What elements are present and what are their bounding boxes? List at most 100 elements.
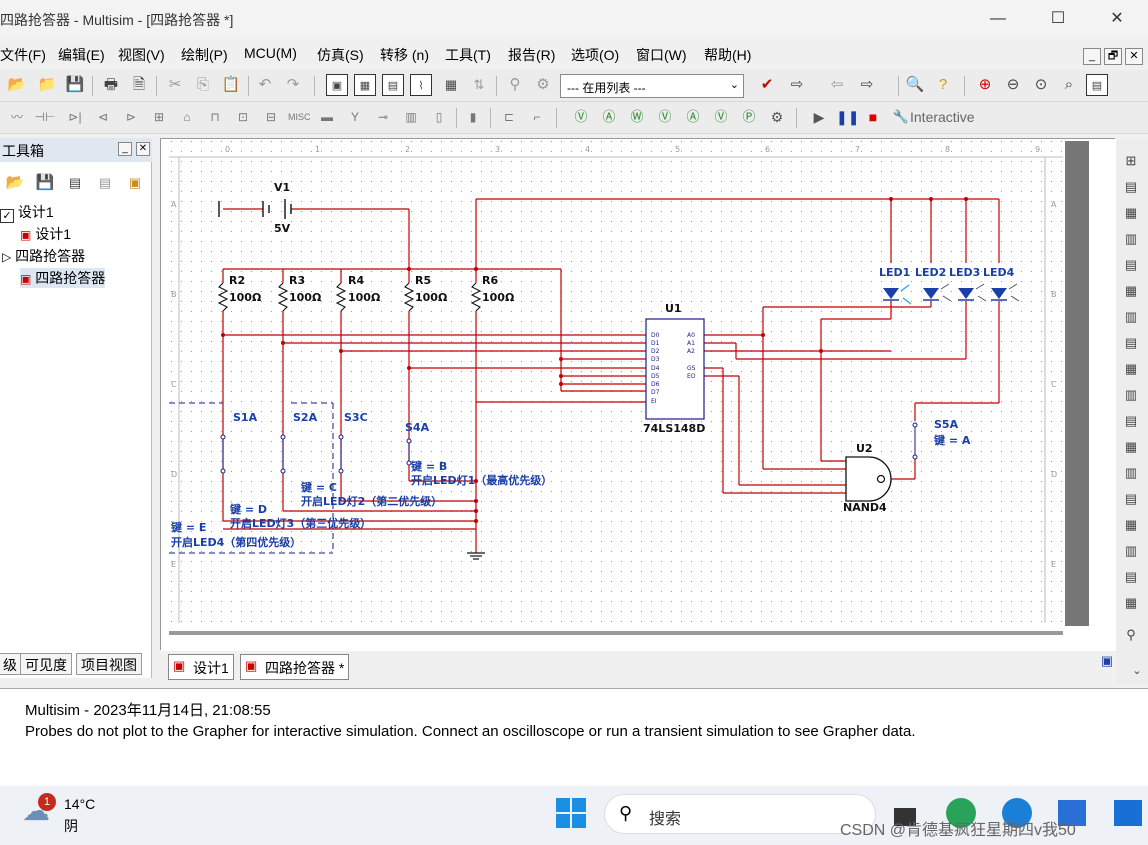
four-channel-scope-icon[interactable]: ▤ bbox=[1120, 254, 1142, 276]
multimeter-icon[interactable]: Ⓥ bbox=[570, 106, 592, 128]
copy-icon[interactable]: ⎘ bbox=[192, 74, 214, 96]
spectrum-analyzer-icon[interactable]: ▥ bbox=[1120, 462, 1142, 484]
settings-wizard-icon[interactable]: ⚙ bbox=[532, 74, 554, 96]
undo-icon[interactable]: ↶ bbox=[254, 74, 276, 96]
tree-item-design-sheet[interactable]: ▣ 设计1 bbox=[20, 224, 71, 244]
spreadsheet-toggle-icon[interactable]: ▣ bbox=[1096, 650, 1118, 672]
mdi-restore-button[interactable]: 🗗 bbox=[1104, 48, 1122, 65]
hierarchical-block-icon[interactable]: ▮ bbox=[462, 106, 484, 128]
erc-check-icon[interactable]: ✔ bbox=[756, 74, 778, 96]
peripheral-icon[interactable]: ▬ bbox=[316, 106, 338, 128]
misc-icon[interactable]: MISC bbox=[288, 106, 311, 128]
help-icon[interactable]: ? bbox=[932, 74, 954, 96]
current-clamp-icon[interactable]: ⚲ bbox=[1120, 624, 1142, 646]
oscilloscope-icon[interactable]: ▥ bbox=[1120, 228, 1142, 250]
basic-icon[interactable]: ⊣⊢ bbox=[34, 106, 56, 128]
cut-icon[interactable]: ✂ bbox=[164, 74, 186, 96]
taskbar-search[interactable]: ⚲ 搜索 bbox=[604, 794, 876, 834]
in-use-list-select[interactable]: --- 在用列表 --- ⌄ bbox=[560, 74, 744, 98]
cmos-icon[interactable]: ⌂ bbox=[176, 106, 198, 128]
expand-down-icon[interactable]: ⌄ bbox=[1126, 660, 1148, 682]
menu-mcu[interactable]: MCU(M) bbox=[244, 45, 297, 61]
menu-view[interactable]: 视图(V) bbox=[118, 45, 165, 65]
mcu-icon[interactable]: ▥ bbox=[400, 106, 422, 128]
print-preview-icon[interactable]: 🗎 bbox=[128, 74, 150, 96]
rf-icon[interactable]: Y bbox=[344, 106, 366, 128]
ammeter-icon[interactable]: Ⓐ bbox=[598, 106, 620, 128]
wattmeter-tool-icon[interactable]: ▦ bbox=[1120, 202, 1142, 224]
pause-icon[interactable]: ❚❚ bbox=[836, 106, 859, 128]
spreadsheet-icon[interactable]: ▦ bbox=[354, 74, 376, 96]
database-icon[interactable]: ▤ bbox=[382, 74, 404, 96]
menu-file[interactable]: 文件(F) bbox=[0, 45, 46, 65]
agilent-multimeter-icon[interactable]: ▥ bbox=[1120, 540, 1142, 562]
multimeter-tool-icon[interactable]: ⊞ bbox=[1120, 150, 1142, 172]
close-button[interactable]: ✕ bbox=[1105, 8, 1129, 30]
tab-project-view[interactable]: 项目视图 bbox=[76, 653, 142, 675]
transistor-icon[interactable]: ⊲ bbox=[92, 106, 114, 128]
weather-desc[interactable]: 阴 bbox=[64, 816, 78, 836]
iv-analyzer-icon[interactable]: ▤ bbox=[1120, 410, 1142, 432]
toggle-fullscreen-icon[interactable]: ▣ bbox=[326, 74, 348, 96]
distortion-analyzer-icon[interactable]: ▦ bbox=[1120, 436, 1142, 458]
delete-sheet-icon[interactable]: ▤ bbox=[94, 172, 116, 194]
tab-visibility[interactable]: 可见度 bbox=[20, 653, 72, 675]
open-project-icon[interactable]: 📂 bbox=[4, 172, 26, 194]
connector-icon[interactable]: ▯ bbox=[428, 106, 450, 128]
source-icon[interactable]: 〰 bbox=[6, 106, 28, 128]
open-folder-icon[interactable]: 📁 bbox=[36, 74, 58, 96]
logic-converter-icon[interactable]: ▥ bbox=[1120, 384, 1142, 406]
zoom-out-icon[interactable]: ⊖ bbox=[1002, 74, 1024, 96]
weather-temp[interactable]: 14°C bbox=[64, 796, 95, 812]
schematic-canvas[interactable]: 0123456789 AABBCCDDEE D0 D1 D2 D3 D4 D5 … bbox=[160, 138, 1116, 651]
menu-help[interactable]: 帮助(H) bbox=[704, 45, 751, 65]
description-icon[interactable]: ⇅ bbox=[468, 74, 490, 96]
minimize-button[interactable]: — bbox=[986, 8, 1010, 30]
tree-item-design[interactable]: ✓ 设计1 bbox=[0, 202, 54, 223]
voltage-probe-icon[interactable]: Ⓥ bbox=[710, 106, 732, 128]
menu-window[interactable]: 窗口(W) bbox=[636, 45, 687, 65]
backannotate-icon[interactable]: ⇦ bbox=[826, 74, 848, 96]
interactive-mode-label[interactable]: Interactive bbox=[910, 109, 975, 125]
wire-icon[interactable]: ⌐ bbox=[526, 106, 548, 128]
logic-analyzer-icon[interactable]: ▦ bbox=[1120, 358, 1142, 380]
diff-probe-icon[interactable]: Ⓥ bbox=[654, 106, 676, 128]
grapher-icon[interactable]: ⌇ bbox=[410, 74, 432, 96]
zoom-sheet-icon[interactable]: ▤ bbox=[1086, 74, 1108, 96]
explorer-icon[interactable] bbox=[1114, 800, 1142, 826]
bode-plotter-icon[interactable]: ▦ bbox=[1120, 280, 1142, 302]
agilent-scope-icon[interactable]: ▤ bbox=[1120, 566, 1142, 588]
ttl-icon[interactable]: ⊞ bbox=[148, 106, 170, 128]
forward-annotate-icon[interactable]: ⇨ bbox=[856, 74, 878, 96]
electromechanical-icon[interactable]: ⊸ bbox=[372, 106, 394, 128]
tab-design1[interactable]: ▣ 设计1 bbox=[168, 654, 234, 680]
maximize-button[interactable]: ☐ bbox=[1046, 8, 1070, 30]
analog-icon[interactable]: ⊳ bbox=[120, 106, 142, 128]
tree-item-quiz[interactable]: ▷ 四路抢答器 bbox=[2, 246, 85, 266]
mixed-icon[interactable]: ⊡ bbox=[232, 106, 254, 128]
menu-options[interactable]: 选项(O) bbox=[571, 45, 619, 65]
menu-transfer[interactable]: 转移 (n) bbox=[380, 45, 429, 65]
word-generator-icon[interactable]: ▤ bbox=[1120, 332, 1142, 354]
indicator-icon[interactable]: ⊟ bbox=[260, 106, 282, 128]
misc-digital-icon[interactable]: ⊓ bbox=[204, 106, 226, 128]
network-analyzer-icon[interactable]: ▤ bbox=[1120, 488, 1142, 510]
bus-icon[interactable]: ⊏ bbox=[498, 106, 520, 128]
diode-icon[interactable]: ⊳| bbox=[64, 106, 86, 128]
save-project-icon[interactable]: 💾 bbox=[34, 172, 56, 194]
probe-settings-icon[interactable]: ⚙ bbox=[766, 106, 788, 128]
tab-hierarchy[interactable]: 级 bbox=[0, 653, 22, 675]
windows-start-icon[interactable] bbox=[556, 798, 586, 828]
menu-place[interactable]: 绘制(P) bbox=[181, 45, 228, 65]
mdi-minimize-button[interactable]: _ bbox=[1083, 48, 1101, 65]
toolbox-close-icon[interactable]: ✕ bbox=[136, 142, 150, 156]
menu-reports[interactable]: 报告(R) bbox=[508, 45, 555, 65]
menu-tools[interactable]: 工具(T) bbox=[445, 45, 491, 65]
postprocessor-icon[interactable]: ▦ bbox=[440, 74, 462, 96]
function-generator-icon[interactable]: ▤ bbox=[1120, 176, 1142, 198]
tab-quiz-circuit[interactable]: ▣ 四路抢答器 * bbox=[240, 654, 350, 680]
agilent-generator-icon[interactable]: ▦ bbox=[1120, 514, 1142, 536]
zoom-area-icon[interactable]: ⊙ bbox=[1030, 74, 1052, 96]
run-icon[interactable]: ▶ bbox=[808, 106, 830, 128]
power-probe-icon[interactable]: Ⓟ bbox=[738, 106, 760, 128]
